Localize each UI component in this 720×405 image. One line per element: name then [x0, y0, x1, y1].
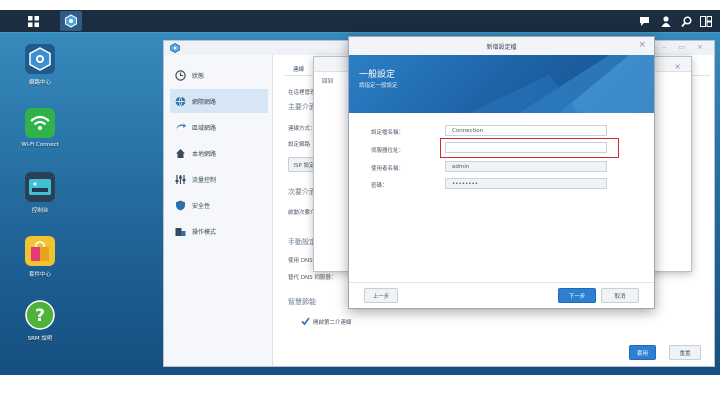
desktop-icon-label: 套件中心 — [28, 272, 51, 278]
shield-icon — [174, 199, 186, 211]
dns-primary-label: 使用 DNS — [288, 258, 313, 264]
server-address-label: 伺服器位址： — [371, 148, 405, 154]
window-controls[interactable]: ? – ▭ × — [647, 43, 708, 51]
desktop-icon-wifi-connect[interactable]: Wi-Fi Connect — [10, 108, 70, 148]
device-icon — [174, 225, 186, 237]
globe-icon — [174, 95, 186, 107]
sidebar-item-status[interactable]: 狀態 — [170, 63, 268, 87]
dns-alternate-label: 替代 DNS 伺服器： — [288, 275, 337, 281]
apply-button[interactable]: 套用 — [629, 345, 656, 360]
highlight-box — [440, 138, 619, 158]
control-panel-icon — [25, 172, 55, 202]
section-title-secondary: 次要介面 — [288, 188, 316, 196]
back-button[interactable]: 上一步 — [364, 288, 398, 303]
widgets-button[interactable] — [698, 13, 714, 29]
dialog-banner: 一般設定 請指定一般設定 — [349, 55, 654, 113]
sidebar-item-label: 區域網路 — [192, 124, 217, 132]
network-center-taskbar-button[interactable] — [60, 11, 82, 31]
section-title-primary: 主要介面 — [288, 103, 316, 111]
network-hub-icon — [65, 14, 77, 28]
second-interface-checkbox-row[interactable]: 開啟第二介連線 — [301, 317, 352, 326]
profile-name-label: 設定檔名稱： — [371, 130, 405, 136]
user-button[interactable] — [659, 13, 673, 29]
description-text: 在這裡管理 — [288, 90, 316, 96]
shopping-bag-icon — [25, 236, 55, 266]
close-icon[interactable]: × — [674, 62, 681, 71]
connection-type-label: 連線方式： — [288, 126, 316, 132]
house-icon — [174, 147, 186, 159]
user-icon — [661, 15, 671, 27]
desktop-icon-label: SRM 說明 — [27, 336, 53, 342]
profile-name-input[interactable] — [445, 125, 607, 136]
sidebar-item-label: 狀態 — [192, 72, 205, 80]
checkbox-label: 開啟第二介連線 — [313, 319, 352, 326]
desktop-icon-label: 網路中心 — [28, 80, 51, 86]
desktop-icon-label: Wi-Fi Connect — [21, 142, 59, 148]
wifi-icon — [25, 108, 55, 138]
help-icon: ? — [25, 300, 55, 330]
sidebar-item-internet[interactable]: 網際網路 — [170, 89, 268, 113]
desktop-icon-srm-help[interactable]: ? SRM 說明 — [10, 300, 70, 342]
desktop-icon-label: 控制台 — [31, 208, 49, 214]
next-button[interactable]: 下一步 — [558, 288, 596, 303]
sidebar-item-security[interactable]: 安全性 — [170, 193, 268, 217]
desktop-icon-control-panel[interactable]: 控制台 — [10, 172, 70, 214]
sidebar-item-lan[interactable]: 區域網路 — [170, 115, 268, 139]
tab-connection[interactable]: 連線 — [293, 65, 304, 73]
dialog-heading: 一般設定 — [359, 70, 396, 80]
new-profile-dialog: 新增設定檔 × 一般設定 請指定一般設定 設定檔名稱： 伺服器位址： 使用者名稱… — [348, 36, 655, 309]
clock-icon — [174, 69, 186, 81]
sidebar-item-local-network[interactable]: 本地網路 — [170, 141, 268, 165]
sidebar-item-operation-mode[interactable]: 操作模式 — [170, 219, 268, 243]
username-label: 使用者名稱： — [371, 166, 405, 172]
desktop-icon-package-center[interactable]: 套件中心 — [10, 236, 70, 278]
desktop-icon-network-center[interactable]: 網路中心 — [10, 44, 70, 86]
dialog-title: 新增設定檔 — [486, 43, 517, 51]
sliders-icon — [174, 173, 186, 185]
chat-bubble-icon — [639, 16, 649, 26]
background-wizard-tab[interactable]: 回到 — [322, 77, 333, 85]
sidebar-item-label: 操作模式 — [192, 228, 217, 236]
main-menu-button[interactable] — [22, 11, 44, 31]
dialog-subheading: 請指定一般設定 — [359, 83, 398, 89]
search-icon — [680, 15, 692, 27]
close-icon[interactable]: × — [638, 40, 646, 50]
ip-mode-label: 設定網路 — [288, 142, 311, 148]
arrow-right-icon — [174, 121, 186, 133]
footer-divider — [349, 282, 654, 283]
password-input[interactable] — [445, 178, 607, 189]
widgets-icon — [700, 15, 712, 27]
password-label: 密碼： — [371, 183, 388, 189]
sidebar: 狀態 網際網路 區域網路 本地網路 流量控制 安全性 操作模式 — [164, 55, 273, 366]
reset-button[interactable]: 重置 — [669, 345, 701, 360]
svg-text:?: ? — [35, 306, 45, 326]
sidebar-item-traffic-control[interactable]: 流量控制 — [170, 167, 268, 191]
section-title-smart: 智慧節能 — [288, 298, 316, 306]
notification-button[interactable] — [637, 13, 651, 29]
section-title-manual: 手動設定 — [288, 238, 316, 246]
network-hub-icon — [170, 43, 180, 53]
cancel-button[interactable]: 取消 — [601, 288, 639, 303]
dialog-titlebar[interactable]: 新增設定檔 × — [349, 37, 654, 56]
grid-icon — [27, 15, 39, 27]
network-hub-icon — [25, 44, 55, 74]
taskbar — [0, 10, 720, 32]
search-button[interactable] — [679, 13, 693, 29]
enable-secondary-label: 啟動次要介 — [288, 210, 316, 216]
sidebar-item-label: 安全性 — [192, 202, 211, 210]
sidebar-item-label: 網際網路 — [192, 98, 217, 106]
sidebar-item-label: 流量控制 — [192, 176, 217, 184]
sidebar-item-label: 本地網路 — [192, 150, 217, 158]
checkmark-icon[interactable] — [301, 317, 310, 326]
username-input[interactable] — [445, 161, 607, 172]
